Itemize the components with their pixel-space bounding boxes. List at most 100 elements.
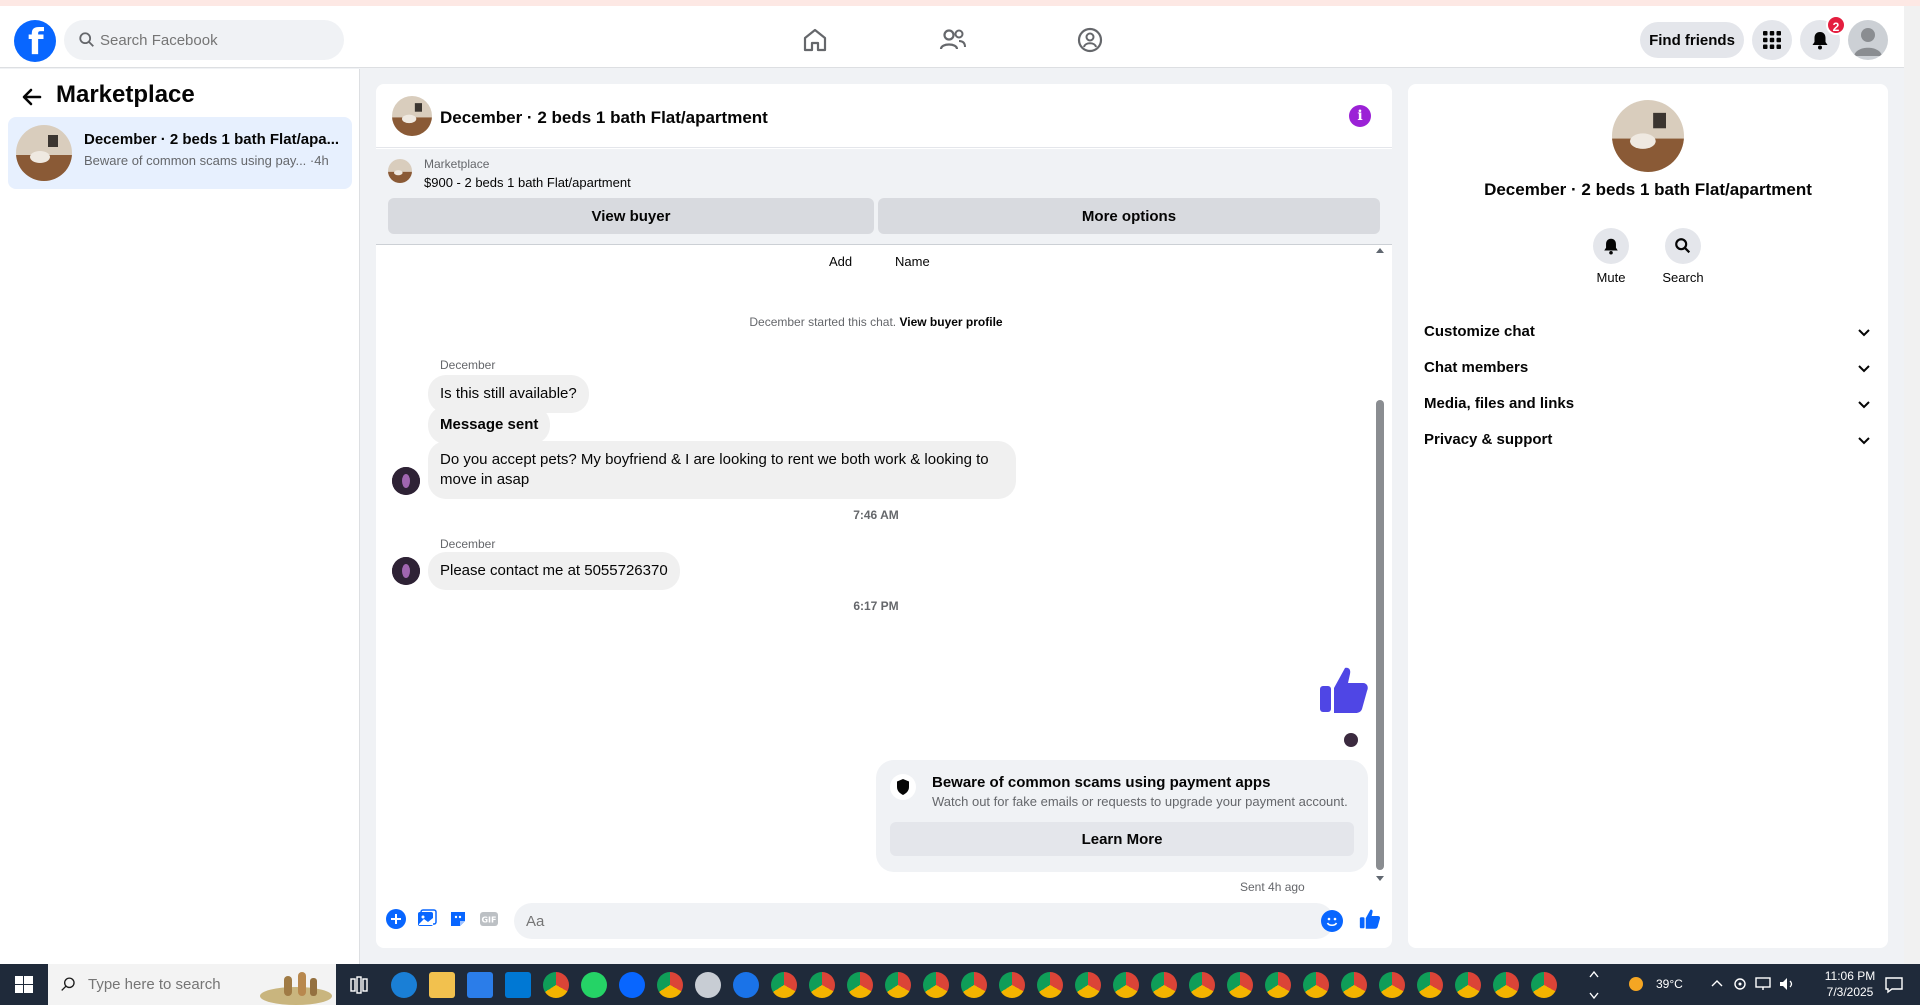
chat-details-panel: December · 2 beds 1 bath Flat/apartment … <box>1408 84 1888 948</box>
view-buyer-profile-link[interactable]: View buyer profile <box>899 315 1002 329</box>
chevron-down-icon <box>1858 329 1870 337</box>
scrollbar-thumb[interactable] <box>1376 400 1384 870</box>
bell-icon <box>1604 238 1618 255</box>
chrome-profile-icon[interactable] <box>1113 972 1139 998</box>
section-label: Privacy & support <box>1424 431 1553 448</box>
mute-button[interactable]: Mute <box>1581 228 1641 285</box>
send-like-icon[interactable] <box>1359 908 1381 930</box>
emoji-icon[interactable] <box>1321 910 1343 932</box>
chrome-profile-icon[interactable] <box>1417 972 1443 998</box>
sender-avatar[interactable] <box>392 557 420 585</box>
message-bubble[interactable]: Do you accept pets? My boyfriend & I are… <box>428 441 1016 499</box>
weather-temp[interactable]: 39°C <box>1656 977 1683 1005</box>
message-input[interactable] <box>514 903 1334 939</box>
app-icon[interactable] <box>733 972 759 998</box>
scroll-up-arrow-icon[interactable] <box>1376 248 1384 253</box>
chrome-profile-icon[interactable] <box>885 972 911 998</box>
chrome-profile-icon[interactable] <box>1455 972 1481 998</box>
notification-badge: 2 <box>1826 15 1846 35</box>
sender-avatar[interactable] <box>392 467 420 495</box>
chrome-icon[interactable] <box>543 972 569 998</box>
message-bubble[interactable]: Please contact me at 5055726370 <box>428 552 680 590</box>
windows-taskbar: 39°C 11:06 PM7/3/2025 <box>0 964 1920 1005</box>
facebook-logo[interactable]: f <box>14 20 56 63</box>
chrome-profile-icon[interactable] <box>657 972 683 998</box>
chat-thumbnail[interactable] <box>392 96 432 136</box>
scam-warning-subtitle: Watch out for fake emails or requests to… <box>932 794 1348 809</box>
chat-scrollbar[interactable] <box>1374 248 1386 884</box>
system-clock[interactable]: 11:06 PM 7/3/2025 <box>1810 968 1890 1000</box>
chrome-profile-icon[interactable] <box>1531 972 1557 998</box>
location-icon[interactable] <box>1732 976 1748 992</box>
home-icon[interactable] <box>799 24 831 56</box>
scroll-down-arrow-icon[interactable] <box>1376 876 1384 881</box>
listing-price[interactable]: $900 - 2 beds 1 bath Flat/apartment <box>424 175 631 190</box>
customize-chat-section[interactable]: Customize chat <box>1424 314 1872 350</box>
edge-icon[interactable] <box>391 972 417 998</box>
chrome-profile-icon[interactable] <box>999 972 1025 998</box>
chrome-profile-icon[interactable] <box>809 972 835 998</box>
friends-icon[interactable] <box>937 24 969 56</box>
taskbar-overflow-icon[interactable] <box>1588 968 1600 1002</box>
svg-text:GIF: GIF <box>481 916 496 925</box>
chrome-profile-icon[interactable] <box>1075 972 1101 998</box>
search-input[interactable] <box>100 20 330 60</box>
chrome-profile-icon[interactable] <box>1379 972 1405 998</box>
seen-avatar <box>1344 733 1358 747</box>
find-friends-button[interactable]: Find friends <box>1640 22 1744 58</box>
shield-icon <box>890 774 916 800</box>
network-icon[interactable] <box>1754 976 1772 992</box>
more-options-button[interactable]: More options <box>878 198 1380 234</box>
windows-start-icon[interactable] <box>0 964 48 1005</box>
chrome-profile-icon[interactable] <box>771 972 797 998</box>
chrome-profile-icon[interactable] <box>1303 972 1329 998</box>
media-files-links-section[interactable]: Media, files and links <box>1424 386 1872 422</box>
chrome-profile-icon[interactable] <box>961 972 987 998</box>
menu-button[interactable] <box>1752 20 1792 60</box>
thumbs-up-icon[interactable] <box>1318 664 1370 716</box>
chat-title[interactable]: December · 2 beds 1 bath Flat/apartment <box>440 108 768 128</box>
app-icon[interactable] <box>695 972 721 998</box>
learn-more-button[interactable]: Learn More <box>890 822 1354 856</box>
chrome-profile-icon[interactable] <box>847 972 873 998</box>
volume-icon[interactable] <box>1778 976 1796 992</box>
chrome-profile-icon[interactable] <box>1493 972 1519 998</box>
listing-bar: Marketplace $900 - 2 beds 1 bath Flat/ap… <box>376 149 1392 245</box>
gif-icon[interactable]: GIF <box>479 909 499 929</box>
chevron-up-icon[interactable] <box>1710 977 1724 991</box>
taskbar-search[interactable] <box>48 964 336 1005</box>
search-chat-button[interactable]: Search <box>1653 228 1713 285</box>
groups-icon[interactable] <box>1074 24 1106 56</box>
message-sent-bubble[interactable]: Message sent <box>428 406 551 444</box>
timestamp: 6:17 PM <box>853 599 899 613</box>
conversation-item[interactable]: December · 2 beds 1 bath Flat/apa... Bew… <box>8 117 352 189</box>
mute-label: Mute <box>1596 270 1626 285</box>
account-avatar[interactable] <box>1848 20 1888 60</box>
back-arrow-icon[interactable] <box>20 85 44 109</box>
chrome-profile-icon[interactable] <box>1037 972 1063 998</box>
weather-icon[interactable] <box>1624 972 1648 996</box>
sticker-icon[interactable] <box>448 909 468 929</box>
facebook-taskbar-icon[interactable] <box>619 972 645 998</box>
plus-icon[interactable] <box>386 909 406 929</box>
whatsapp-icon[interactable] <box>581 972 607 998</box>
mail-icon[interactable] <box>505 972 531 998</box>
chrome-profile-icon[interactable] <box>1341 972 1367 998</box>
chat-members-section[interactable]: Chat members <box>1424 350 1872 386</box>
view-buyer-button[interactable]: View buyer <box>388 198 874 234</box>
bell-icon <box>1812 32 1828 50</box>
photo-icon[interactable] <box>417 909 437 929</box>
privacy-support-section[interactable]: Privacy & support <box>1424 422 1872 458</box>
info-icon[interactable]: i <box>1349 105 1371 127</box>
chrome-profile-icon[interactable] <box>1227 972 1253 998</box>
file-explorer-icon[interactable] <box>429 972 455 998</box>
task-view-icon[interactable] <box>349 975 369 995</box>
notification-center-icon[interactable] <box>1884 975 1904 995</box>
chrome-profile-icon[interactable] <box>1189 972 1215 998</box>
chrome-profile-icon[interactable] <box>1151 972 1177 998</box>
chrome-profile-icon[interactable] <box>923 972 949 998</box>
search-bar[interactable] <box>64 20 344 60</box>
page-scrollbar[interactable] <box>1904 6 1920 964</box>
store-icon[interactable] <box>467 972 493 998</box>
chrome-profile-icon[interactable] <box>1265 972 1291 998</box>
